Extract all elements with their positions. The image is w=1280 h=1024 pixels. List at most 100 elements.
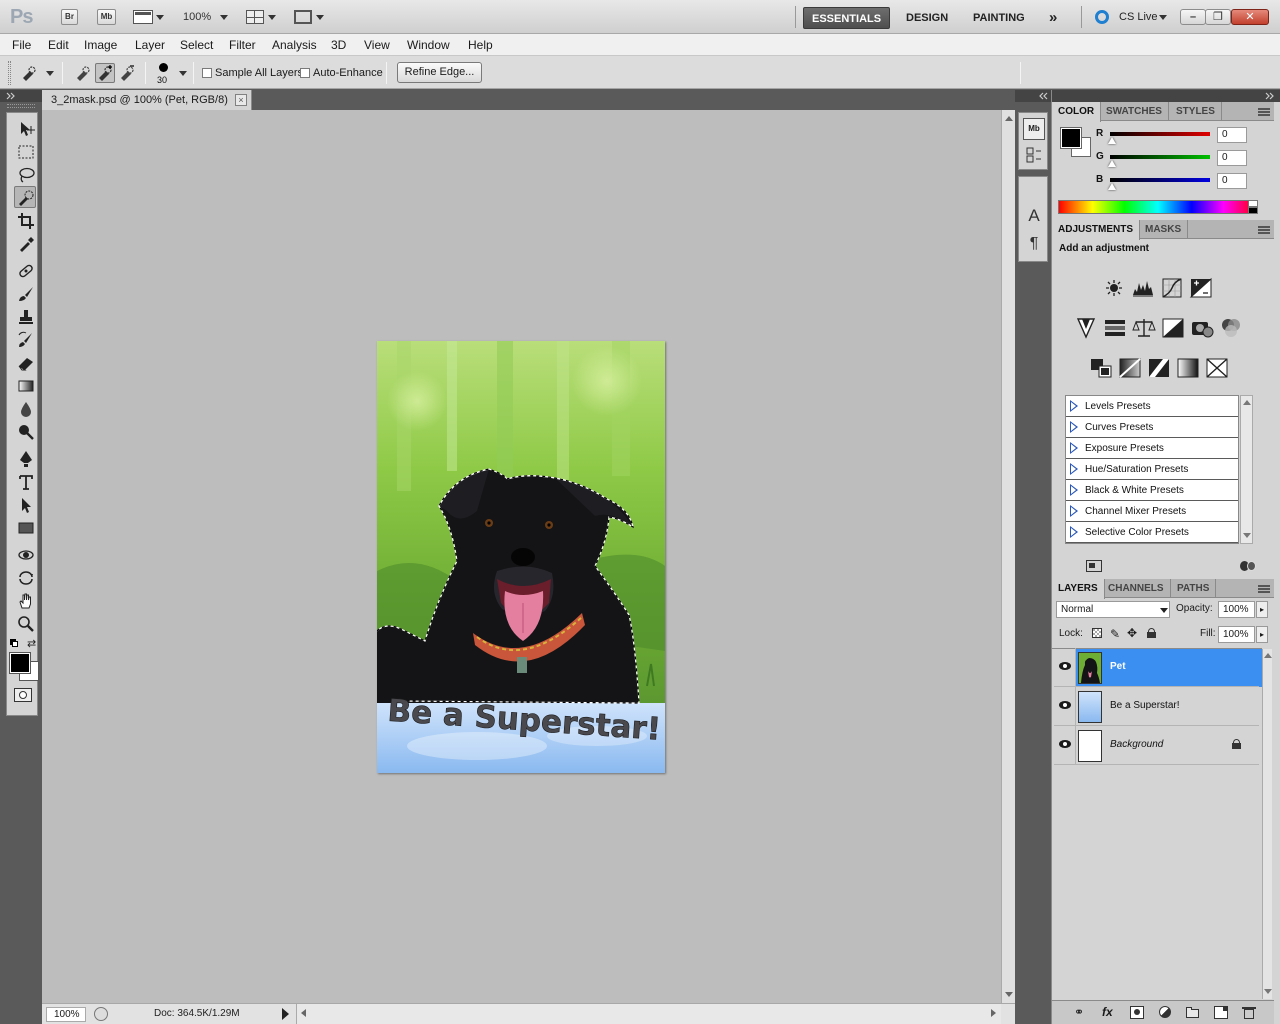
clone-stamp-tool-icon[interactable]: [14, 305, 36, 327]
layer-row-text[interactable]: Be a Superstar!: [1054, 687, 1259, 726]
workspace-design[interactable]: DESIGN: [898, 7, 956, 29]
spot-healing-tool-icon[interactable]: [14, 259, 36, 281]
cs-live-label[interactable]: CS Live: [1119, 11, 1158, 23]
arrange-documents-icon[interactable]: [246, 10, 264, 24]
rectangle-tool-icon[interactable]: [14, 516, 36, 538]
panel-menu-icon[interactable]: [1258, 226, 1270, 234]
menu-layer[interactable]: Layer: [135, 38, 165, 52]
chevron-down-icon[interactable]: [1160, 608, 1168, 613]
add-mask-icon[interactable]: [1130, 1006, 1144, 1019]
panel-menu-icon[interactable]: [1258, 108, 1270, 116]
channel-mixer-icon[interactable]: [1219, 317, 1243, 339]
menu-window[interactable]: Window: [407, 38, 450, 52]
blur-tool-icon[interactable]: [14, 397, 36, 419]
presets-scrollbar[interactable]: [1240, 395, 1253, 544]
type-tool-icon[interactable]: [14, 470, 36, 492]
workspace-painting[interactable]: PAINTING: [965, 7, 1033, 29]
new-adjustment-layer-icon[interactable]: [1158, 1006, 1172, 1019]
fill-slider-arrow[interactable]: ▸: [1256, 626, 1268, 643]
tab-color[interactable]: COLOR: [1052, 102, 1102, 122]
blue-slider[interactable]: [1110, 178, 1210, 182]
menu-image[interactable]: Image: [84, 38, 117, 52]
lock-all-icon[interactable]: [1147, 628, 1156, 638]
mini-bridge-button[interactable]: Mb: [97, 9, 116, 25]
red-slider-handle[interactable]: [1108, 137, 1116, 144]
red-slider[interactable]: [1110, 132, 1210, 136]
screen-mode-icon[interactable]: [294, 10, 312, 24]
cs-live-icon[interactable]: [1095, 10, 1109, 24]
3d-orbit-tool-icon[interactable]: [14, 566, 36, 588]
sample-all-layers-checkbox[interactable]: [202, 68, 212, 78]
move-tool-icon[interactable]: [14, 117, 36, 139]
refine-edge-button[interactable]: Refine Edge...: [397, 62, 482, 83]
vibrance-icon[interactable]: [1074, 317, 1098, 339]
menu-analysis[interactable]: Analysis: [272, 38, 317, 52]
expand-triangle-icon[interactable]: [1070, 400, 1078, 412]
hue-saturation-icon[interactable]: [1103, 317, 1127, 339]
chevron-down-icon[interactable]: [220, 15, 228, 20]
history-brush-tool-icon[interactable]: [14, 328, 36, 350]
layer-row-background[interactable]: Background: [1054, 726, 1259, 765]
history-icon[interactable]: [1023, 144, 1045, 166]
levels-icon[interactable]: [1131, 277, 1155, 299]
clip-to-layer-icon[interactable]: [1240, 560, 1260, 572]
chevron-down-icon[interactable]: [316, 15, 324, 20]
paragraph-icon[interactable]: ¶: [1023, 233, 1045, 255]
link-layers-icon[interactable]: ⚭: [1074, 1006, 1088, 1019]
chevron-down-icon[interactable]: [1159, 15, 1167, 20]
layer-name[interactable]: Pet: [1110, 661, 1126, 672]
chevron-down-icon[interactable]: [268, 15, 276, 20]
color-balance-icon[interactable]: [1132, 317, 1156, 339]
foreground-color-swatch[interactable]: [9, 652, 31, 674]
close-document-icon[interactable]: ×: [235, 94, 247, 106]
foreground-color-swatch[interactable]: [1060, 127, 1082, 149]
preset-channel-mixer[interactable]: Channel Mixer Presets: [1066, 501, 1238, 522]
subtract-from-selection-icon[interactable]: [117, 63, 137, 83]
tab-adjustments[interactable]: ADJUSTMENTS: [1052, 220, 1141, 240]
hand-tool-icon[interactable]: [14, 589, 36, 611]
character-icon[interactable]: A: [1023, 205, 1045, 227]
blue-slider-handle[interactable]: [1108, 183, 1116, 190]
new-selection-icon[interactable]: [73, 63, 93, 83]
tab-channels[interactable]: CHANNELS: [1102, 579, 1171, 598]
crop-tool-icon[interactable]: [14, 209, 36, 231]
dodge-tool-icon[interactable]: [14, 420, 36, 442]
quick-selection-tool-icon[interactable]: [14, 186, 36, 208]
posterize-icon[interactable]: [1118, 357, 1142, 379]
layer-row-pet[interactable]: Pet: [1054, 648, 1259, 687]
chevron-down-icon[interactable]: [46, 71, 54, 76]
expand-triangle-icon[interactable]: [1070, 442, 1078, 454]
tab-paths[interactable]: PATHS: [1171, 579, 1217, 598]
menu-select[interactable]: Select: [180, 38, 213, 52]
quick-mask-icon[interactable]: [14, 688, 32, 702]
layer-style-fx-icon[interactable]: fx: [1102, 1006, 1116, 1019]
menu-edit[interactable]: Edit: [48, 38, 69, 52]
layer-name[interactable]: Be a Superstar!: [1110, 700, 1179, 711]
panel-grip[interactable]: [7, 104, 35, 108]
workspace-essentials[interactable]: ESSENTIALS: [803, 7, 891, 29]
fill-field[interactable]: 100%: [1218, 626, 1255, 643]
view-extras-icon[interactable]: [133, 10, 153, 24]
restore-button[interactable]: ❐: [1205, 9, 1231, 25]
menu-file[interactable]: File: [12, 38, 31, 52]
return-to-list-icon[interactable]: [1086, 560, 1102, 572]
document-image[interactable]: Be a Superstar!: [377, 341, 665, 773]
invert-icon[interactable]: [1089, 357, 1113, 379]
selective-color-icon[interactable]: [1205, 357, 1229, 379]
photo-filter-icon[interactable]: [1190, 317, 1214, 339]
eraser-tool-icon[interactable]: [14, 351, 36, 373]
spectrum-white-swatch[interactable]: [1248, 200, 1258, 207]
zoom-tool-icon[interactable]: [14, 612, 36, 634]
red-value-field[interactable]: 0: [1217, 127, 1247, 143]
3d-rotate-tool-icon[interactable]: [14, 543, 36, 565]
opacity-slider-arrow[interactable]: ▸: [1256, 601, 1268, 618]
zoom-level-dropdown[interactable]: 100%: [183, 11, 211, 23]
blend-mode-select[interactable]: Normal: [1056, 601, 1170, 618]
expand-triangle-icon[interactable]: [1070, 526, 1078, 538]
color-spectrum-bar[interactable]: [1058, 200, 1258, 214]
green-slider[interactable]: [1110, 155, 1210, 159]
menu-help[interactable]: Help: [468, 38, 493, 52]
scroll-down-icon[interactable]: [1005, 992, 1013, 997]
expand-triangle-icon[interactable]: [1070, 421, 1078, 433]
tab-layers[interactable]: LAYERS: [1052, 579, 1105, 599]
